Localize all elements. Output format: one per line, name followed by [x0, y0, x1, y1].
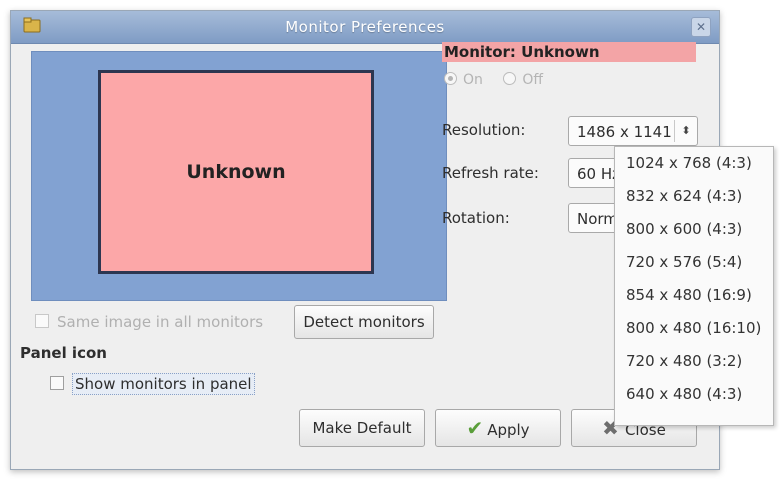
resolution-value: 1486 x 1141	[577, 123, 672, 141]
checkbox-box	[50, 376, 64, 390]
resolution-combo[interactable]: 1486 x 1141 ⬍	[568, 116, 698, 146]
monitor-rectangle[interactable]: Unknown	[98, 70, 374, 274]
title-bar[interactable]: Monitor Preferences ✕	[11, 11, 719, 44]
apply-button[interactable]: ✔ Apply	[435, 409, 561, 447]
show-monitors-label: Show monitors in panel	[72, 373, 255, 395]
radio-checked-icon	[444, 72, 457, 85]
resolution-label: Resolution:	[442, 121, 526, 139]
apply-label: Apply	[487, 421, 530, 439]
close-icon[interactable]: ✕	[691, 17, 711, 37]
dropdown-option[interactable]: 800 x 600 (4:3)	[615, 213, 773, 246]
dropdown-option[interactable]: 1024 x 768 (4:3)	[615, 147, 773, 180]
dropdown-option[interactable]: 720 x 480 (3:2)	[615, 345, 773, 378]
same-image-label: Same image in all monitors	[57, 313, 264, 331]
checkmark-icon: ✔	[466, 416, 484, 440]
window-title: Monitor Preferences	[285, 18, 445, 36]
same-image-checkbox[interactable]: Same image in all monitors	[35, 313, 263, 331]
monitor-preview-label: Unknown	[186, 161, 286, 183]
rotation-label: Rotation:	[442, 209, 510, 227]
checkbox-box	[35, 314, 49, 328]
dropdown-option[interactable]: 800 x 480 (16:10)	[615, 312, 773, 345]
panel-icon-heading: Panel icon	[20, 344, 107, 362]
off-radio[interactable]: Off	[503, 72, 543, 88]
power-radio-group: On Off	[444, 72, 543, 88]
dropdown-option[interactable]: 854 x 480 (16:9)	[615, 279, 773, 312]
resolution-dropdown-menu: 1024 x 768 (4:3) 832 x 624 (4:3) 800 x 6…	[614, 146, 774, 426]
show-monitors-checkbox[interactable]: Show monitors in panel	[50, 373, 255, 395]
detect-monitors-button[interactable]: Detect monitors	[294, 305, 434, 339]
refresh-rate-label: Refresh rate:	[442, 164, 539, 182]
off-radio-label: Off	[522, 72, 544, 88]
dropdown-option[interactable]: 832 x 624 (4:3)	[615, 180, 773, 213]
updown-arrow-icon: ⬍	[674, 120, 697, 142]
dropdown-option[interactable]: 720 x 576 (5:4)	[615, 246, 773, 279]
dropdown-option[interactable]: 640 x 480 (4:3)	[615, 378, 773, 411]
monitor-preview-area[interactable]: Unknown	[31, 51, 447, 301]
on-radio-label: On	[463, 72, 483, 88]
make-default-button[interactable]: Make Default	[299, 409, 425, 447]
radio-unchecked-icon	[503, 72, 517, 85]
monitor-header: Monitor: Unknown	[442, 42, 696, 62]
on-radio[interactable]: On	[444, 72, 483, 88]
